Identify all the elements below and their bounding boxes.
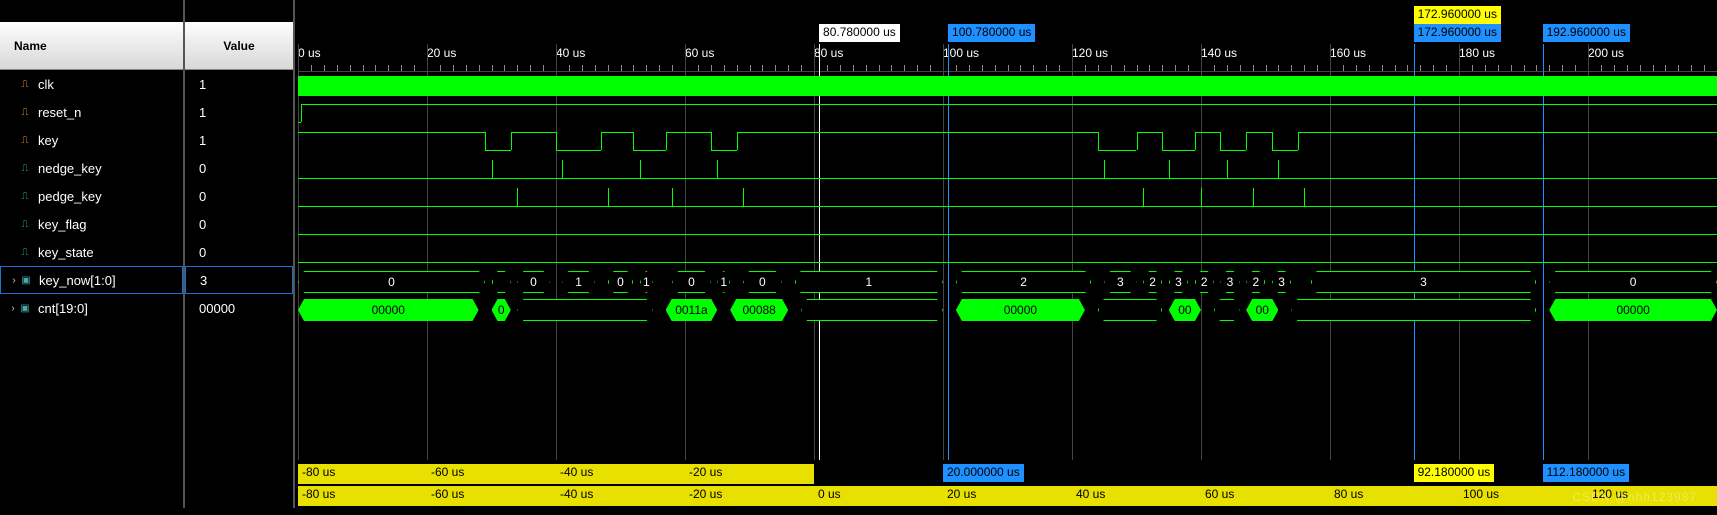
- signal-value: 1: [185, 126, 293, 154]
- signal-type-icon: ⎍: [18, 79, 32, 90]
- signal-name: cnt[19:0]: [38, 301, 88, 316]
- signal-value: 1: [185, 70, 293, 98]
- cursor-label[interactable]: 100.780000 us: [948, 24, 1035, 42]
- ruler-major-label: 160 us: [1330, 46, 1366, 60]
- trace-pedge_key[interactable]: [298, 184, 1717, 212]
- signal-value: 1: [185, 98, 293, 126]
- signal-value: 0: [185, 154, 293, 182]
- delta-tick: 40 us: [1072, 486, 1109, 504]
- signal-name: clk: [38, 77, 54, 92]
- signal-row-cnt190[interactable]: ›▣ cnt[19:0]: [0, 294, 183, 322]
- delta-tick: 0 us: [814, 486, 845, 504]
- signal-type-icon: ⎍: [18, 163, 32, 174]
- value-header[interactable]: Value: [185, 22, 293, 70]
- watermark: CSDN @nhh123987: [1572, 490, 1697, 504]
- delta-tick: -40 us: [556, 486, 597, 504]
- name-header[interactable]: Name: [0, 22, 183, 70]
- trace-key_flag[interactable]: [298, 212, 1717, 240]
- trace-key_state[interactable]: [298, 240, 1717, 268]
- cursor-label[interactable]: 172.960000 us: [1414, 24, 1501, 42]
- delta-label-blue[interactable]: 20.000000 us: [943, 464, 1024, 482]
- cursor-label[interactable]: 172.960000 us: [1414, 6, 1501, 24]
- delta-tick: 60 us: [1201, 486, 1238, 504]
- delta-tick: -20 us: [685, 486, 726, 504]
- delta-tick: 80 us: [1330, 486, 1367, 504]
- signal-name: pedge_key: [38, 189, 102, 204]
- signal-row-reset_n[interactable]: ⎍ reset_n: [0, 98, 183, 126]
- signal-row-key_state[interactable]: ⎍ key_state: [0, 238, 183, 266]
- ruler-major-label: 120 us: [1072, 46, 1108, 60]
- delta-tick: -40 us: [556, 464, 597, 482]
- signal-row-key_now10[interactable]: ›▣ key_now[1:0]: [0, 266, 183, 294]
- signal-name: key: [38, 133, 58, 148]
- delta-tick: -60 us: [427, 464, 468, 482]
- delta-label-yellow[interactable]: 92.180000 us: [1414, 464, 1495, 482]
- trace-clk[interactable]: [298, 72, 1717, 100]
- trace-key[interactable]: [298, 128, 1717, 156]
- signal-type-icon: ▣: [19, 275, 33, 286]
- delta-tick: -80 us: [298, 464, 339, 482]
- signal-type-icon: ⎍: [18, 135, 32, 146]
- signal-name: key_flag: [38, 217, 86, 232]
- signal-row-nedge_key[interactable]: ⎍ nedge_key: [0, 154, 183, 182]
- signal-panel: Name ⎍ clk ⎍ reset_n ⎍ key ⎍ nedge_key ⎍ pedge_ke…: [0, 0, 295, 508]
- signal-value: 0: [185, 182, 293, 210]
- name-column: Name ⎍ clk ⎍ reset_n ⎍ key ⎍ nedge_key ⎍ pedge_ke…: [0, 0, 185, 508]
- signal-name: nedge_key: [38, 161, 102, 176]
- expand-icon[interactable]: ›: [8, 303, 18, 314]
- signal-type-icon: ⎍: [18, 219, 32, 230]
- trace-reset_n[interactable]: [298, 100, 1717, 128]
- delta-tick: 100 us: [1459, 486, 1503, 504]
- ruler-major-label: 20 us: [427, 46, 456, 60]
- signal-value: 00000: [185, 294, 293, 322]
- cursor-label[interactable]: 80.780000 us: [819, 24, 900, 42]
- value-column: Value 1110000300000: [185, 0, 295, 508]
- trace-key_now[interactable]: 0010101012323232330: [298, 268, 1717, 296]
- signal-row-key_flag[interactable]: ⎍ key_flag: [0, 210, 183, 238]
- delta-tick: -60 us: [427, 486, 468, 504]
- ruler-major-label: 40 us: [556, 46, 585, 60]
- delta-ruler-1[interactable]: -80 us -60 us -40 us -20 us 0 us 20.000000 us…: [298, 464, 1717, 486]
- signal-name: key_state: [38, 245, 94, 260]
- delta-ruler-2[interactable]: -80 us -60 us -40 us -20 us 0 us 20 us 40 us 60…: [298, 486, 1717, 508]
- delta-tick: 20 us: [943, 486, 980, 504]
- signal-type-icon: ▣: [18, 303, 32, 314]
- cursor-label[interactable]: 192.960000 us: [1543, 24, 1630, 42]
- trace-nedge_key[interactable]: [298, 156, 1717, 184]
- time-ruler-top[interactable]: 0 us20 us40 us60 us80 us100 us120 us140 …: [298, 44, 1717, 72]
- delta-tick: 0 us: [814, 464, 845, 482]
- ruler-major-label: 180 us: [1459, 46, 1495, 60]
- signal-row-key[interactable]: ⎍ key: [0, 126, 183, 154]
- delta-tick: -20 us: [685, 464, 726, 482]
- signal-value: 3: [185, 266, 293, 294]
- signal-type-icon: ⎍: [18, 191, 32, 202]
- ruler-major-label: 200 us: [1588, 46, 1624, 60]
- signal-value: 0: [185, 238, 293, 266]
- signal-type-icon: ⎍: [18, 107, 32, 118]
- delta-tick: -80 us: [298, 486, 339, 504]
- signal-name: reset_n: [38, 105, 81, 120]
- expand-icon[interactable]: ›: [9, 275, 19, 286]
- signal-name: key_now[1:0]: [39, 273, 116, 288]
- signal-type-icon: ⎍: [18, 247, 32, 258]
- ruler-major-label: 0 us: [298, 46, 321, 60]
- signal-row-pedge_key[interactable]: ⎍ pedge_key: [0, 182, 183, 210]
- signal-row-clk[interactable]: ⎍ clk: [0, 70, 183, 98]
- trace-cnt[interactable]: 0000000011a0008800000000000000: [298, 296, 1717, 324]
- signal-value: 0: [185, 210, 293, 238]
- delta-label-blue[interactable]: 112.180000 us: [1543, 464, 1630, 482]
- ruler-major-label: 140 us: [1201, 46, 1237, 60]
- ruler-major-label: 60 us: [685, 46, 714, 60]
- waveform-area[interactable]: 80.780000 us 100.780000 us 172.960000 us17…: [298, 0, 1717, 508]
